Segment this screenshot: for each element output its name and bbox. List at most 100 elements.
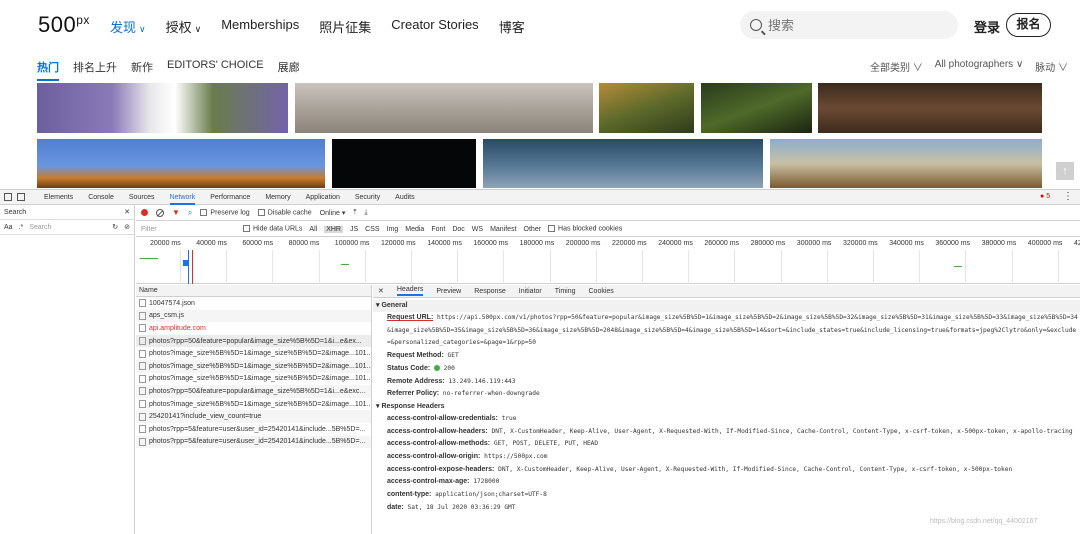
register-button[interactable]: 报名 (1006, 13, 1051, 37)
timeline-tick-label: 100000 ms (334, 240, 370, 247)
sort-tab[interactable]: EDITORS' CHOICE (167, 59, 264, 81)
photo-thumbnail[interactable] (770, 139, 1042, 188)
close-icon[interactable]: ✕ (378, 287, 384, 295)
device-toggle-icon[interactable] (17, 193, 25, 201)
search-icon[interactable]: ⌕ (188, 208, 192, 218)
photo-thumbnail[interactable] (599, 83, 694, 133)
devtools-tab[interactable]: Memory (265, 194, 290, 205)
photo-thumbnail[interactable] (701, 83, 812, 133)
filter-dropdown[interactable]: All photographers ∨ (935, 59, 1023, 74)
devtools-tab[interactable]: Audits (395, 194, 414, 205)
request-row[interactable]: api.amplitude.com (136, 322, 371, 335)
back-to-top-button[interactable]: ↑ (1056, 162, 1074, 180)
general-section-header[interactable]: ▾ General (373, 300, 1080, 312)
nav-item[interactable]: Creator Stories (391, 17, 478, 36)
devtools-tab[interactable]: Security (355, 194, 380, 205)
blocked-cookies-checkbox[interactable]: Has blocked cookies (548, 225, 622, 233)
request-row[interactable]: photos?rpp=5&feature=user&user_id=254201… (136, 423, 371, 436)
detail-tab[interactable]: Response (474, 288, 506, 295)
request-name: photos?image_size%5B%5D=1&image_size%5B%… (149, 362, 371, 370)
devtools-tab[interactable]: Performance (210, 194, 250, 205)
devtools-tab[interactable]: Sources (129, 194, 155, 205)
type-filter-button[interactable]: CSS (365, 226, 379, 233)
match-case-toggle[interactable]: Aa (4, 224, 13, 231)
response-headers-section-header[interactable]: ▾ Response Headers (373, 401, 1080, 413)
nav-item[interactable]: Memberships (221, 17, 299, 36)
regex-toggle[interactable]: .* (19, 224, 24, 231)
request-row[interactable]: photos?image_size%5B%5D=1&image_size%5B%… (136, 359, 371, 373)
search-drawer-input[interactable]: Search (29, 224, 51, 231)
clear-log-icon[interactable] (156, 208, 164, 217)
type-filter-button[interactable]: Doc (452, 226, 464, 233)
type-filter-button[interactable]: Manifest (490, 226, 516, 233)
nav-item[interactable]: 博客 (499, 17, 525, 36)
photo-thumbnail[interactable] (332, 139, 476, 188)
clear-icon[interactable]: ⊘ (124, 223, 130, 231)
photo-thumbnail[interactable] (483, 139, 763, 188)
request-row[interactable]: aps_csm.js (136, 309, 371, 323)
devtools-tab[interactable]: Console (88, 194, 114, 205)
site-search[interactable] (740, 11, 958, 39)
photo-thumbnail[interactable] (818, 83, 1042, 133)
type-filter-button[interactable]: Font (431, 226, 445, 233)
photo-thumbnail[interactable] (37, 83, 288, 133)
login-link[interactable]: 登录 (974, 17, 1000, 36)
throttling-select[interactable]: Online ▾ (320, 209, 346, 217)
request-row[interactable]: 10047574.json (136, 297, 371, 310)
detail-tab[interactable]: Initiator (519, 288, 542, 295)
type-filter-button[interactable]: WS (472, 226, 483, 233)
request-row[interactable]: photos?image_size%5B%5D=1&image_size%5B%… (136, 347, 371, 360)
sort-tab[interactable]: 热门 (37, 59, 59, 81)
request-row[interactable]: photos?rpp=5&feature=user&user_id=254201… (136, 435, 371, 449)
devtools-tab[interactable]: Application (306, 194, 340, 205)
detail-tab[interactable]: Timing (555, 288, 576, 295)
request-row[interactable]: photos?image_size%5B%5D=1&image_size%5B%… (136, 398, 371, 411)
devtools-tab[interactable]: Network (169, 194, 196, 205)
type-filter-button[interactable]: Media (405, 226, 424, 233)
hide-data-urls-checkbox[interactable]: Hide data URLs (243, 225, 302, 233)
header-key: access-control-allow-origin: (387, 453, 481, 461)
photo-thumbnail[interactable] (37, 139, 325, 188)
filter-input[interactable]: Filter (141, 226, 236, 233)
timeline-gridline (595, 250, 597, 284)
nav-item[interactable]: 发现 ∨ (110, 17, 146, 36)
request-row[interactable]: photos?image_size%5B%5D=1&image_size%5B%… (136, 373, 371, 386)
type-filter-button[interactable]: Other (524, 226, 542, 233)
disable-cache-checkbox[interactable]: Disable cache (257, 208, 312, 216)
search-input[interactable] (768, 17, 938, 33)
detail-tab[interactable]: Preview (436, 288, 461, 295)
screen: 500px 发现 ∨ 授权 ∨ Memberships 照片征集 Creator Stori… (0, 0, 1080, 534)
network-timeline[interactable]: 20000 ms 40000 ms 60000 ms 80000 ms 100000 m… (136, 238, 1080, 284)
error-count-badge[interactable]: ● 5 (1040, 193, 1050, 200)
devtools-menu-icon[interactable]: ⋮ (1063, 191, 1073, 202)
inspect-icon[interactable] (4, 193, 12, 201)
close-icon[interactable]: ✕ (124, 208, 130, 216)
request-row[interactable]: photos?rpp=50&feature=popular&image_size… (136, 334, 371, 348)
sort-tab[interactable]: 排名上升 (73, 59, 117, 81)
record-icon[interactable] (141, 209, 148, 216)
devtools-tab[interactable]: Elements (44, 194, 73, 205)
sort-tab[interactable]: 新作 (131, 59, 153, 81)
refresh-icon[interactable]: ↻ (112, 223, 118, 231)
detail-tab[interactable]: Cookies (589, 288, 614, 295)
photo-thumbnail[interactable] (295, 83, 593, 133)
filter-dropdown[interactable]: 脉动 ∨ (1035, 59, 1068, 74)
nav-item[interactable]: 授权 ∨ (166, 17, 202, 36)
preserve-log-checkbox[interactable]: Preserve log (200, 208, 250, 216)
sort-tab[interactable]: 展廊 (278, 59, 300, 81)
request-row[interactable]: photos?rpp=50&feature=popular&image_size… (136, 385, 371, 398)
response-header-row: access-control-allow-headers: DNT, X-Cus… (373, 426, 1080, 439)
nav-item[interactable]: 照片征集 (319, 17, 371, 36)
export-har-icon[interactable]: ⤓ (364, 209, 367, 217)
filter-dropdown[interactable]: 全部类别 ∨ (870, 59, 923, 74)
detail-tab[interactable]: Headers (396, 286, 424, 296)
filter-icon[interactable]: ▼ (172, 208, 180, 217)
type-filter-button[interactable]: JS (350, 226, 358, 233)
type-filter-button[interactable]: XHR (324, 225, 343, 233)
site-logo[interactable]: 500px (38, 12, 90, 38)
type-filter-button[interactable]: Img (387, 226, 399, 233)
request-row[interactable]: 25420141?include_view_count=true (136, 410, 371, 423)
type-filter-button[interactable]: All (309, 226, 317, 233)
import-har-icon[interactable]: ⤒ (353, 209, 356, 217)
name-column-header[interactable]: Name (136, 285, 371, 297)
